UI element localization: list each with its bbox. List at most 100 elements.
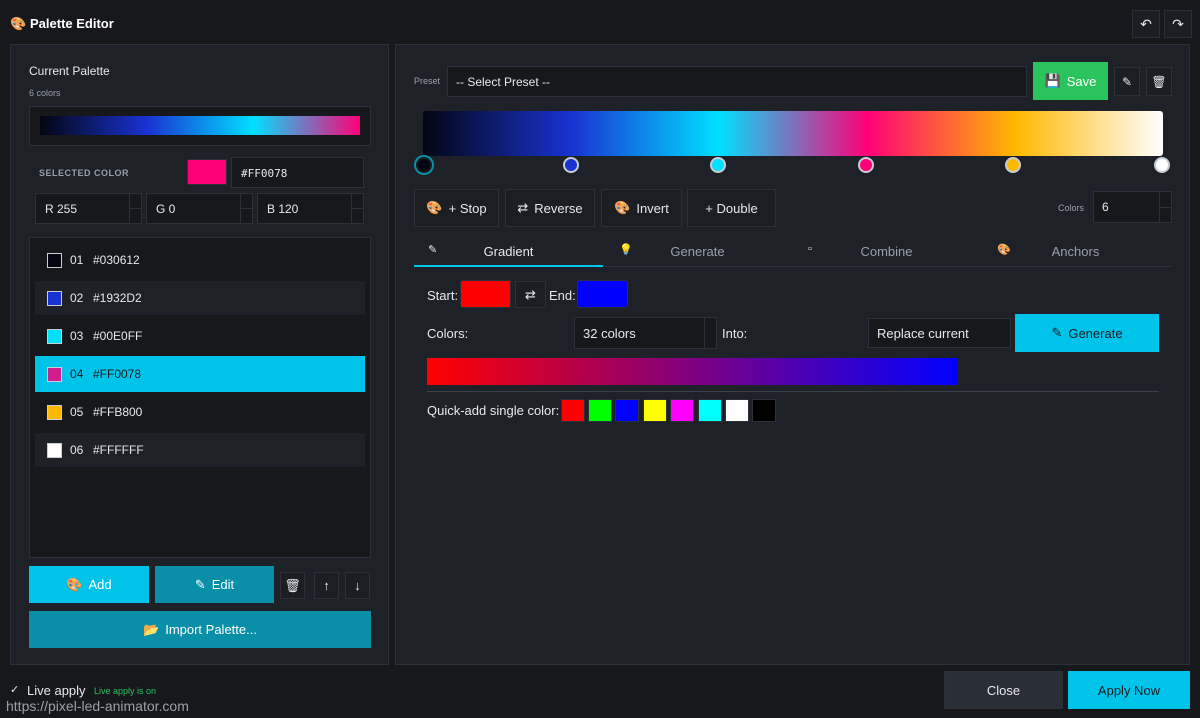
item-index: 04 (70, 367, 84, 381)
arrow-down-icon: ↓ (354, 578, 361, 593)
tab-label: Combine (860, 244, 913, 259)
tab-anchors[interactable]: 🎨 Anchors (981, 235, 1170, 267)
quick-add-blue[interactable] (615, 399, 639, 422)
start-color-swatch[interactable] (460, 280, 511, 308)
list-item[interactable]: 02 #1932D2 (35, 281, 365, 315)
selected-color-hex-input[interactable]: #FF0078 (231, 157, 364, 188)
color-list: 01 #030612 02 #1932D2 03 #00E0FF 04 #FF0… (29, 237, 371, 558)
move-up-button[interactable]: ↑ (314, 572, 339, 599)
quick-add-green[interactable] (588, 399, 612, 422)
delete-preset-button[interactable]: 🗑 (1146, 67, 1172, 96)
add-stop-button[interactable]: 🎨 + Stop (414, 189, 499, 227)
quick-add-magenta[interactable] (670, 399, 694, 422)
quick-add-cyan[interactable] (698, 399, 722, 422)
gradient-stop-1[interactable] (416, 157, 432, 173)
reverse-button[interactable]: ⇄ Reverse (505, 189, 595, 227)
arrow-up-icon: ↑ (323, 578, 330, 593)
invert-button[interactable]: 🎨 Invert (601, 189, 682, 227)
rename-preset-button[interactable]: ✎ (1114, 67, 1140, 96)
save-preset-button[interactable]: 💾 Save (1033, 62, 1108, 100)
item-hex: #030612 (93, 253, 140, 267)
undo-icon[interactable]: ↶ (1132, 10, 1160, 38)
item-index: 06 (70, 443, 84, 457)
palette-color-count: 6 colors (29, 88, 61, 98)
trash-icon: 🗑 (1151, 74, 1167, 89)
quick-add-black[interactable] (752, 399, 776, 422)
gradient-stop-3[interactable] (710, 157, 726, 173)
list-item[interactable]: 01 #030612 (35, 243, 365, 277)
add-stop-label: + Stop (448, 200, 487, 216)
colors-count-input[interactable]: 6 (1093, 191, 1172, 223)
end-label: End: (549, 288, 576, 303)
window-title: Palette Editor (30, 16, 114, 31)
delete-color-button[interactable]: 🗑 (280, 572, 305, 599)
swap-colors-button[interactable]: ⇄ (515, 281, 546, 308)
item-hex: #00E0FF (93, 329, 143, 343)
green-input[interactable]: G 0 (146, 193, 253, 224)
quick-add-label: Quick-add single color: (427, 403, 560, 418)
item-hex: #FF0078 (93, 367, 142, 381)
color-swatch (47, 367, 62, 382)
selected-color-swatch[interactable] (187, 159, 227, 185)
palette-icon: 🎨 (10, 16, 27, 31)
import-palette-button[interactable]: 📂 Import Palette... (29, 611, 371, 648)
live-apply-checkbox[interactable]: ✓ (10, 684, 22, 696)
item-index: 03 (70, 329, 84, 343)
gradient-stop-2[interactable] (563, 157, 579, 173)
tab-combine[interactable]: ▫ Combine (792, 235, 981, 267)
close-button[interactable]: Close (944, 671, 1063, 709)
double-button[interactable]: + Double (687, 189, 776, 227)
red-input[interactable]: R 255 (35, 193, 142, 224)
color-swatch (47, 405, 62, 420)
colors-select-spinner[interactable] (704, 318, 716, 348)
edit-color-button[interactable]: ✎ Edit (155, 566, 274, 603)
generate-button[interactable]: ✎ Generate (1015, 314, 1159, 352)
palette-preview (29, 106, 371, 146)
blue-value: B 120 (267, 202, 299, 216)
preset-select[interactable]: -- Select Preset -- (447, 66, 1027, 97)
colors-count-label: Colors (1058, 203, 1085, 213)
blue-input[interactable]: B 120 (257, 193, 364, 224)
item-index: 05 (70, 405, 84, 419)
add-color-button[interactable]: 🎨 Add (29, 566, 149, 603)
generate-label: Generate (1068, 325, 1123, 341)
palette-preview-bar (40, 116, 360, 135)
blue-spinner[interactable] (351, 194, 364, 223)
color-swatch (47, 253, 62, 268)
into-select[interactable]: Replace current (868, 318, 1011, 348)
current-palette-heading: Current Palette (29, 64, 110, 78)
color-swatch (47, 443, 62, 458)
reverse-label: Reverse (534, 200, 583, 216)
divider (427, 391, 1159, 392)
colors-select[interactable]: 32 colors (574, 317, 717, 349)
redo-icon[interactable]: ↷ (1164, 10, 1192, 38)
gradient-bar[interactable] (423, 111, 1163, 156)
website-url[interactable]: https://pixel-led-animator.com (6, 698, 189, 714)
list-item[interactable]: 06 #FFFFFF (35, 433, 365, 467)
tab-generate[interactable]: 💡 Generate (603, 235, 792, 267)
swap-arrows-icon: ⇄ (517, 200, 529, 215)
quick-add-yellow[interactable] (643, 399, 667, 422)
trash-icon: 🗑 (284, 577, 301, 593)
list-item-selected[interactable]: 04 #FF0078 (35, 356, 365, 392)
gradient-stop-4[interactable] (858, 157, 874, 173)
list-item[interactable]: 03 #00E0FF (35, 319, 365, 353)
red-value: R 255 (45, 202, 78, 216)
list-item[interactable]: 05 #FFB800 (35, 395, 365, 429)
item-hex: #1932D2 (93, 291, 142, 305)
gradient-stop-5[interactable] (1005, 157, 1021, 173)
apply-now-button[interactable]: Apply Now (1068, 671, 1190, 709)
gradient-stop-6[interactable] (1154, 157, 1170, 173)
quick-add-white[interactable] (725, 399, 749, 422)
quick-add-red[interactable] (561, 399, 585, 422)
end-color-swatch[interactable] (577, 280, 628, 308)
eyedropper-icon: ✎ (1051, 325, 1063, 340)
colors-count-value: 6 (1102, 200, 1109, 214)
red-spinner[interactable] (129, 194, 142, 223)
tab-gradient[interactable]: ✎ Gradient (414, 235, 603, 267)
green-spinner[interactable] (240, 194, 253, 223)
floppy-disk-icon: 💾 (1044, 73, 1061, 88)
colors-count-spinner[interactable] (1159, 192, 1172, 222)
colors-row-label: Colors: (427, 326, 469, 341)
move-down-button[interactable]: ↓ (345, 572, 370, 599)
